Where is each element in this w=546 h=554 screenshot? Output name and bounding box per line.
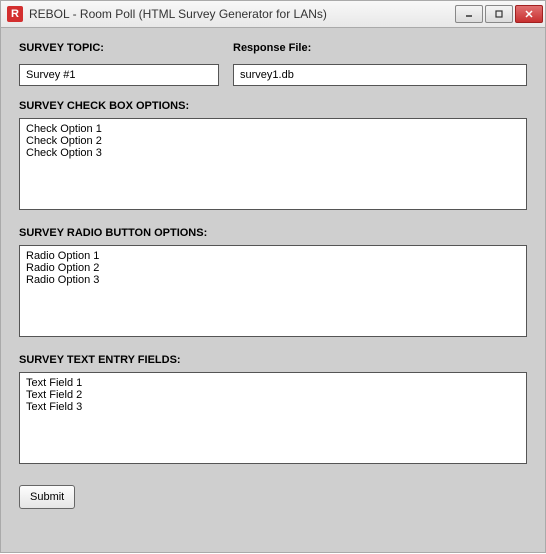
response-file-input[interactable]	[233, 64, 527, 86]
submit-button[interactable]: Submit	[19, 485, 75, 509]
radio-options-label: SURVEY RADIO BUTTON OPTIONS:	[19, 227, 527, 239]
window-controls	[455, 5, 543, 23]
titlebar: R REBOL - Room Poll (HTML Survey Generat…	[0, 0, 546, 28]
close-button[interactable]	[515, 5, 543, 23]
maximize-button[interactable]	[485, 5, 513, 23]
radio-options-textarea[interactable]	[19, 245, 527, 337]
survey-topic-label: SURVEY TOPIC:	[19, 42, 219, 54]
text-fields-textarea[interactable]	[19, 372, 527, 464]
app-icon: R	[7, 6, 23, 22]
checkbox-options-label: SURVEY CHECK BOX OPTIONS:	[19, 100, 527, 112]
text-fields-label: SURVEY TEXT ENTRY FIELDS:	[19, 354, 527, 366]
window-title: REBOL - Room Poll (HTML Survey Generator…	[29, 7, 455, 21]
minimize-button[interactable]	[455, 5, 483, 23]
survey-topic-input[interactable]	[19, 64, 219, 86]
response-file-label: Response File:	[233, 42, 527, 54]
checkbox-options-textarea[interactable]	[19, 118, 527, 210]
client-area: SURVEY TOPIC: Response File: SURVEY CHEC…	[0, 28, 546, 553]
